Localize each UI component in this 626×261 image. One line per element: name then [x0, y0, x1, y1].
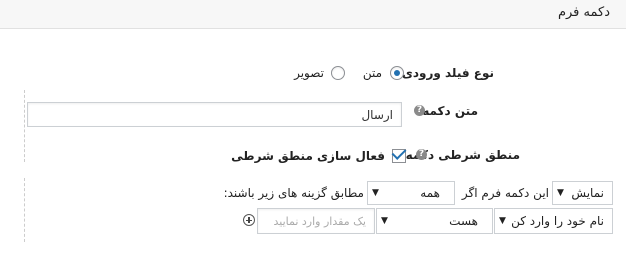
operator-select-value: هست	[449, 214, 478, 228]
field-select[interactable]: نام خود را وارد کن ▼	[494, 208, 613, 234]
add-rule-icon[interactable]	[243, 214, 255, 226]
input-type-label: نوع فیلد ورودی	[401, 66, 494, 80]
section-title: دکمه فرم	[557, 5, 610, 20]
section-header	[0, 0, 626, 29]
radio-image[interactable]	[331, 66, 345, 80]
help-icon[interactable]: ?	[416, 149, 427, 160]
match-select-value: همه	[420, 186, 440, 200]
rule-value-input[interactable]	[257, 208, 375, 234]
enable-conditional-label: فعال سازی منطق شرطی	[231, 149, 385, 163]
chevron-down-icon: ▼	[372, 188, 379, 198]
rule-match-text: مطابق گزینه های زیر باشند:	[223, 186, 364, 200]
chevron-down-icon: ▼	[557, 188, 564, 198]
action-select-value: نمایش	[571, 186, 604, 200]
field-select-value: نام خود را وارد کن	[511, 214, 604, 228]
chevron-down-icon: ▼	[381, 216, 388, 226]
button-text-label: متن دکمه	[422, 104, 478, 118]
rule-if-text: این دکمه فرم اگر	[461, 186, 549, 200]
radio-text[interactable]	[390, 66, 404, 80]
divider	[24, 90, 25, 162]
help-icon[interactable]: ?	[414, 105, 425, 116]
radio-selected-dot	[394, 70, 400, 76]
radio-text-label: متن	[362, 66, 382, 80]
divider	[24, 178, 25, 242]
checkmark-icon	[391, 145, 407, 160]
chevron-down-icon: ▼	[499, 216, 506, 226]
match-select[interactable]: همه ▼	[367, 181, 455, 205]
radio-image-label: تصویر	[294, 66, 324, 80]
action-select[interactable]: نمایش ▼	[552, 181, 613, 205]
operator-select[interactable]: هست ▼	[376, 208, 493, 234]
button-text-input[interactable]	[27, 102, 402, 127]
enable-conditional-checkbox[interactable]	[391, 145, 407, 163]
